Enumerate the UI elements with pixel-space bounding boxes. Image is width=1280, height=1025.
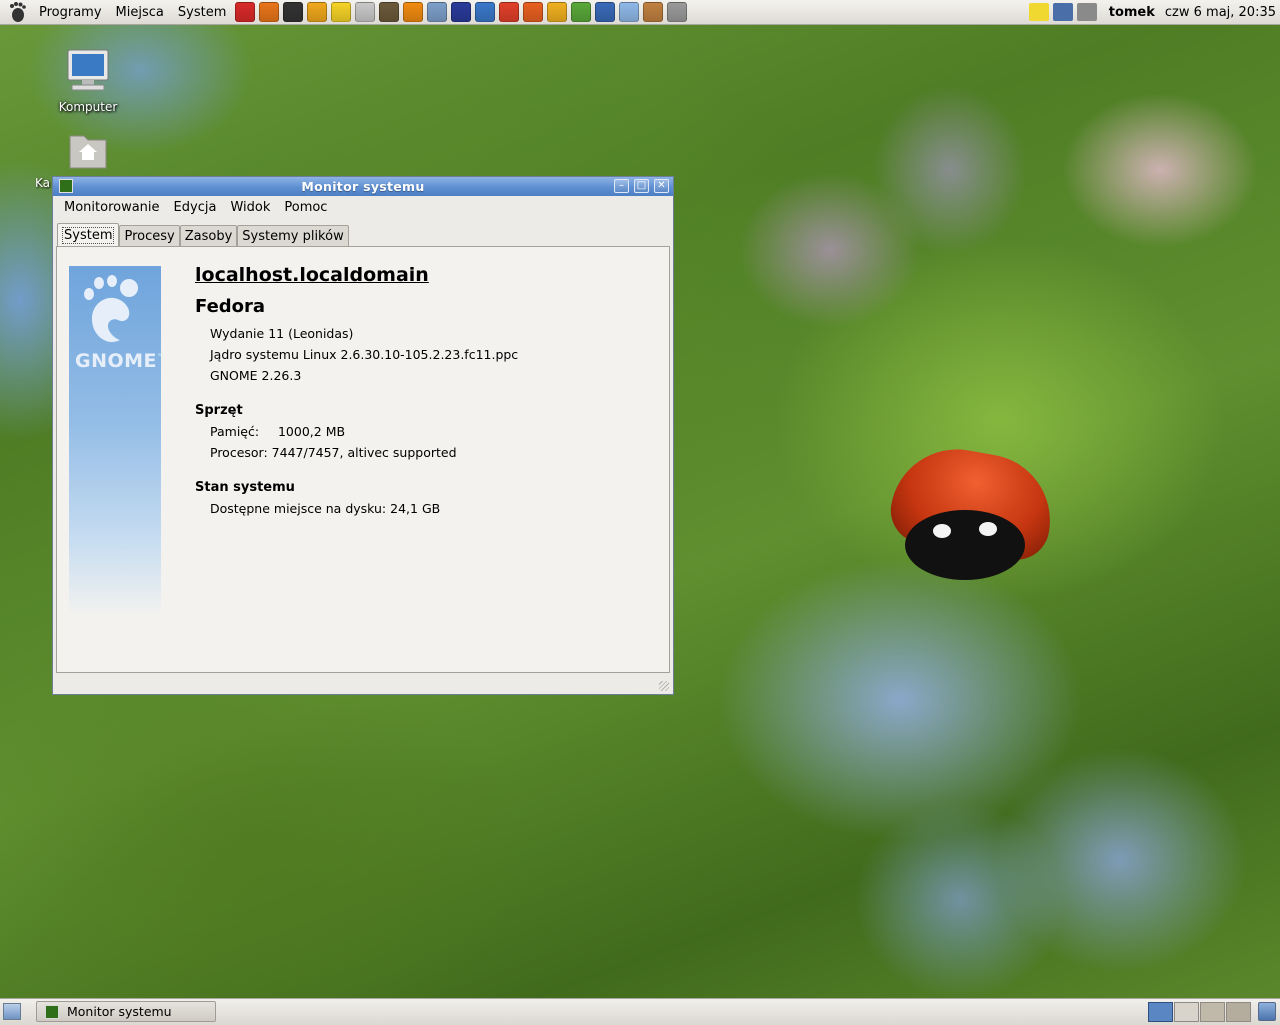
release-line: Wydanie 11 (Leonidas) (210, 326, 354, 341)
gnome-version-line: GNOME 2.26.3 (210, 368, 302, 383)
gnome-foot-logo-icon (84, 275, 138, 343)
tab-zasoby[interactable]: Zasoby (179, 225, 238, 247)
gnome-foot-icon[interactable] (6, 1, 28, 23)
window-titlebar[interactable]: Monitor systemu – □ ✕ (53, 177, 673, 196)
notification-area: tomek czw 6 maj, 20:35 (1027, 0, 1280, 24)
memory-label: Pamięć: (210, 424, 260, 439)
system-monitor-icon (45, 1004, 59, 1019)
resize-grip-icon[interactable] (659, 681, 669, 691)
sun-icon[interactable] (331, 2, 352, 22)
firefox-icon[interactable] (259, 2, 280, 22)
gnome-logo-banner: GNOME™ (69, 266, 165, 616)
memory-value: 1000,2 MB (277, 424, 346, 439)
ladybug-head-image (905, 510, 1025, 580)
hardware-heading: Sprzęt (195, 403, 243, 418)
close-button[interactable]: ✕ (654, 179, 669, 193)
system-tab-panel: GNOME™ localhost.localdomain Fedora Wyda… (56, 246, 670, 673)
top-panel: Programy Miejsca System tomek czw 6 maj,… (0, 0, 1280, 25)
network-icon[interactable] (1052, 3, 1073, 21)
office-draw-icon[interactable] (523, 2, 544, 22)
show-desktop-icon[interactable] (3, 1003, 21, 1020)
workspace-4[interactable] (1226, 1002, 1251, 1022)
system-info: localhost.localdomain Fedora Wydanie 11 … (195, 264, 655, 519)
menu-monitorowanie[interactable]: Monitorowanie (57, 200, 167, 215)
computer-icon (67, 49, 109, 91)
window-menubar: Monitorowanie Edycja Widok Pomoc (53, 196, 673, 218)
minimize-button[interactable]: – (614, 179, 629, 193)
volume-icon[interactable] (1076, 3, 1097, 21)
cpu-value: 7447/7457, altivec supported (271, 445, 457, 460)
vlc-icon[interactable] (403, 2, 424, 22)
bottom-panel: Monitor systemu (0, 998, 1280, 1025)
workspace-2[interactable] (1174, 1002, 1199, 1022)
desktop-icon-home[interactable] (48, 130, 128, 176)
workspace-3[interactable] (1200, 1002, 1225, 1022)
menu-miejsca[interactable]: Miejsca (109, 5, 171, 20)
office-calc-icon[interactable] (571, 2, 592, 22)
distro-name: Fedora (195, 296, 266, 317)
desktop-icon-computer[interactable]: Komputer (48, 46, 128, 114)
download-icon[interactable] (619, 2, 640, 22)
tab-bar: System Procesy Zasoby Systemy plików (57, 223, 349, 247)
rabbit-icon[interactable] (643, 2, 664, 22)
tab-system[interactable]: System (57, 223, 120, 247)
office-writer-icon[interactable] (595, 2, 616, 22)
trash-icon[interactable] (1258, 1002, 1276, 1021)
disk-row: Dostępne miejsce na dysku: 24,1 GB (195, 498, 655, 519)
clock[interactable]: czw 6 maj, 20:35 (1165, 5, 1276, 20)
lastfm-icon[interactable] (235, 2, 256, 22)
mplayer-icon[interactable] (427, 2, 448, 22)
disk-label: Dostępne miejsce na dysku: (210, 501, 387, 516)
cabinet-icon[interactable] (667, 2, 688, 22)
taskbar-button-system-monitor[interactable]: Monitor systemu (36, 1001, 216, 1022)
gimp-icon[interactable] (379, 2, 400, 22)
launcher-bar (233, 2, 689, 22)
taskbar-button-label: Monitor systemu (67, 1004, 172, 1019)
cpu-row: Procesor: 7447/7457, altivec supported (195, 442, 655, 463)
gnome-logo-text: GNOME™ (75, 350, 166, 372)
kernel-line: Jądro systemu Linux 2.6.30.10-105.2.23.f… (210, 347, 519, 362)
browser-globe-icon[interactable] (475, 2, 496, 22)
tools-x-icon[interactable] (307, 2, 328, 22)
user-name[interactable]: tomek (1109, 5, 1155, 20)
menu-widok[interactable]: Widok (223, 200, 277, 215)
terminal-icon[interactable] (283, 2, 304, 22)
tab-systemy-plikow[interactable]: Systemy plików (237, 225, 349, 247)
menu-pomoc[interactable]: Pomoc (277, 200, 334, 215)
system-status-heading: Stan systemu (195, 480, 295, 495)
mms-icon[interactable] (451, 2, 472, 22)
window-title: Monitor systemu (301, 179, 425, 194)
hostname: localhost.localdomain (195, 264, 429, 286)
workspace-1[interactable] (1148, 1002, 1173, 1022)
hib-icon[interactable] (499, 2, 520, 22)
menu-programy[interactable]: Programy (32, 5, 109, 20)
system-monitor-window: Monitor systemu – □ ✕ Monitorowanie Edyc… (52, 176, 674, 695)
notes-icon[interactable] (1028, 3, 1049, 21)
mail-icon[interactable] (355, 2, 376, 22)
tab-procesy[interactable]: Procesy (119, 225, 180, 247)
disk-value: 24,1 GB (390, 501, 441, 516)
maximize-button[interactable]: □ (634, 179, 649, 193)
window-statusbar (53, 674, 673, 694)
desktop-icon-label-partial: Ka (35, 176, 51, 190)
menu-edycja[interactable]: Edycja (167, 200, 224, 215)
desktop-icon-label: Komputer (58, 100, 118, 114)
cpu-label: Procesor: (210, 445, 268, 460)
home-folder-icon (69, 135, 107, 169)
memory-row: Pamięć: 1000,2 MB (195, 421, 655, 442)
office-impress-icon[interactable] (547, 2, 568, 22)
menu-system[interactable]: System (171, 5, 233, 20)
